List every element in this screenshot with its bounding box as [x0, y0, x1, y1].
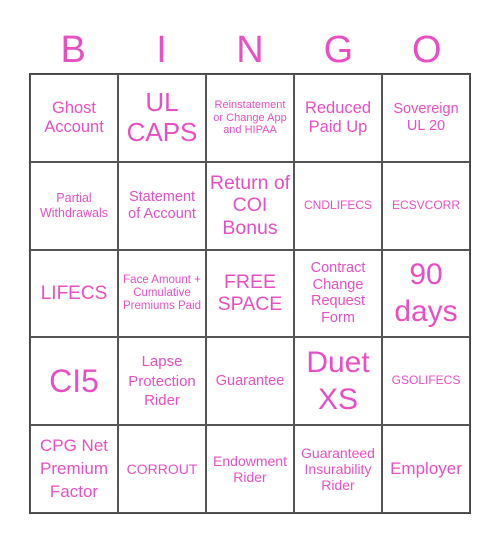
bingo-cell[interactable]: Employer [382, 425, 470, 513]
bingo-cell[interactable]: LIFECS [30, 249, 118, 338]
header-letter-o: O [411, 29, 442, 71]
bingo-cell[interactable]: Return of COI Bonus [206, 161, 294, 250]
header-letter-i: I [156, 29, 167, 71]
bingo-cell[interactable]: Face Amount + Cumulative Premiums Paid [118, 249, 206, 338]
bingo-cell[interactable]: Duet XS [294, 337, 382, 426]
bingo-cell[interactable]: Endowment Rider [206, 425, 294, 513]
header-letter-b: B [60, 29, 86, 71]
bingo-header: B I N G O [29, 28, 471, 73]
bingo-cell[interactable]: ECSVCORR [382, 161, 470, 250]
bingo-cell[interactable]: Sovereign UL 20 [382, 74, 470, 162]
bingo-cell[interactable]: Reinstatement or Change App and HIPAA [206, 74, 294, 162]
bingo-cell[interactable]: CPG Net Premium Factor [30, 425, 118, 513]
header-letter-g: G [323, 29, 354, 71]
header-letter-n: N [236, 29, 264, 71]
bingo-cell[interactable]: Partial Withdrawals [30, 161, 118, 250]
bingo-cell[interactable]: Lapse Protection Rider [118, 337, 206, 426]
bingo-cell[interactable]: Ghost Account [30, 74, 118, 162]
bingo-cell[interactable]: CNDLIFECS [294, 161, 382, 250]
bingo-cell[interactable]: CI5 [30, 337, 118, 426]
bingo-cell[interactable]: Contract Change Request Form [294, 249, 382, 338]
bingo-cell[interactable]: 90 days [382, 249, 470, 338]
bingo-cell free-space[interactable]: FREE SPACE [206, 249, 294, 338]
bingo-cell[interactable]: GSOLIFECS [382, 337, 470, 426]
bingo-cell[interactable]: CORROUT [118, 425, 206, 513]
bingo-cell[interactable]: Guaranteed Insurability Rider [294, 425, 382, 513]
bingo-cell[interactable]: Statement of Account [118, 161, 206, 250]
bingo-board: Ghost Account UL CAPS Reinstatement or C… [29, 73, 471, 514]
bingo-cell[interactable]: UL CAPS [118, 74, 206, 162]
bingo-cell[interactable]: Reduced Paid Up [294, 74, 382, 162]
bingo-cell[interactable]: Guarantee [206, 337, 294, 426]
